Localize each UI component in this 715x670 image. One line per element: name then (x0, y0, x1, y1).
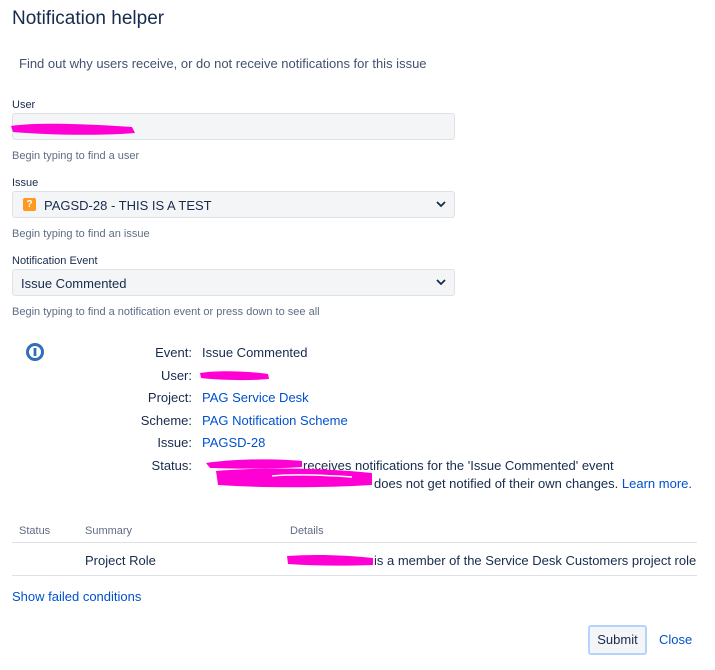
event-select-value: Issue Commented (21, 276, 127, 291)
result-project-label: Project: (147, 390, 192, 405)
table-header-status: Status (19, 525, 51, 537)
status-line-2-text: does not get notified of their own chang… (374, 476, 619, 491)
redaction-mark (206, 459, 372, 488)
issue-select[interactable]: ? PAGSD-28 - THIS IS A TEST (12, 191, 455, 218)
redaction-mark (11, 123, 135, 135)
status-line-2: does not get notified of their own chang… (374, 476, 692, 491)
table-divider (12, 542, 697, 543)
result-status-label: Status: (151, 458, 192, 473)
issue-link[interactable]: PAGSD-28 (202, 435, 265, 450)
result-event-value: Issue Commented (202, 345, 308, 360)
table-row-summary: Project Role (85, 553, 156, 568)
redaction-mark (200, 371, 269, 381)
result-user-label: User: (160, 368, 192, 383)
chevron-down-icon[interactable] (435, 276, 447, 288)
event-select[interactable]: Issue Commented (12, 269, 455, 296)
user-input[interactable] (11, 113, 455, 140)
issue-field-label: Issue (12, 177, 39, 189)
question-issue-icon: ? (23, 198, 36, 211)
issue-help-text: Begin typing to find an issue (12, 228, 150, 240)
close-link[interactable]: Close (659, 632, 692, 647)
info-icon (26, 343, 44, 361)
result-event-label: Event: (155, 345, 192, 360)
dialog-subtitle: Find out why users receive, or do not re… (19, 56, 427, 71)
learn-more-link[interactable]: Learn more. (622, 476, 692, 491)
scheme-link[interactable]: PAG Notification Scheme (202, 413, 348, 428)
project-link[interactable]: PAG Service Desk (202, 390, 309, 405)
event-field-label: Notification Event (12, 255, 98, 267)
dialog-title: Notification helper (12, 8, 165, 29)
event-help-text: Begin typing to find a notification even… (12, 306, 320, 318)
table-header-summary: Summary (85, 525, 133, 537)
redaction-mark (287, 554, 373, 566)
chevron-down-icon[interactable] (435, 198, 447, 210)
table-row-details: is a member of the Service Desk Customer… (374, 553, 697, 568)
submit-button[interactable]: Submit (588, 625, 647, 655)
issue-select-value: PAGSD-28 - THIS IS A TEST (44, 198, 212, 213)
show-failed-conditions-link[interactable]: Show failed conditions (12, 589, 141, 604)
user-field-label: User (12, 99, 36, 111)
result-scheme-label: Scheme: (140, 413, 192, 428)
table-header-details: Details (290, 525, 324, 537)
user-help-text: Begin typing to find a user (12, 150, 140, 162)
result-issue-label: Issue: (157, 435, 192, 450)
table-divider (12, 575, 697, 576)
